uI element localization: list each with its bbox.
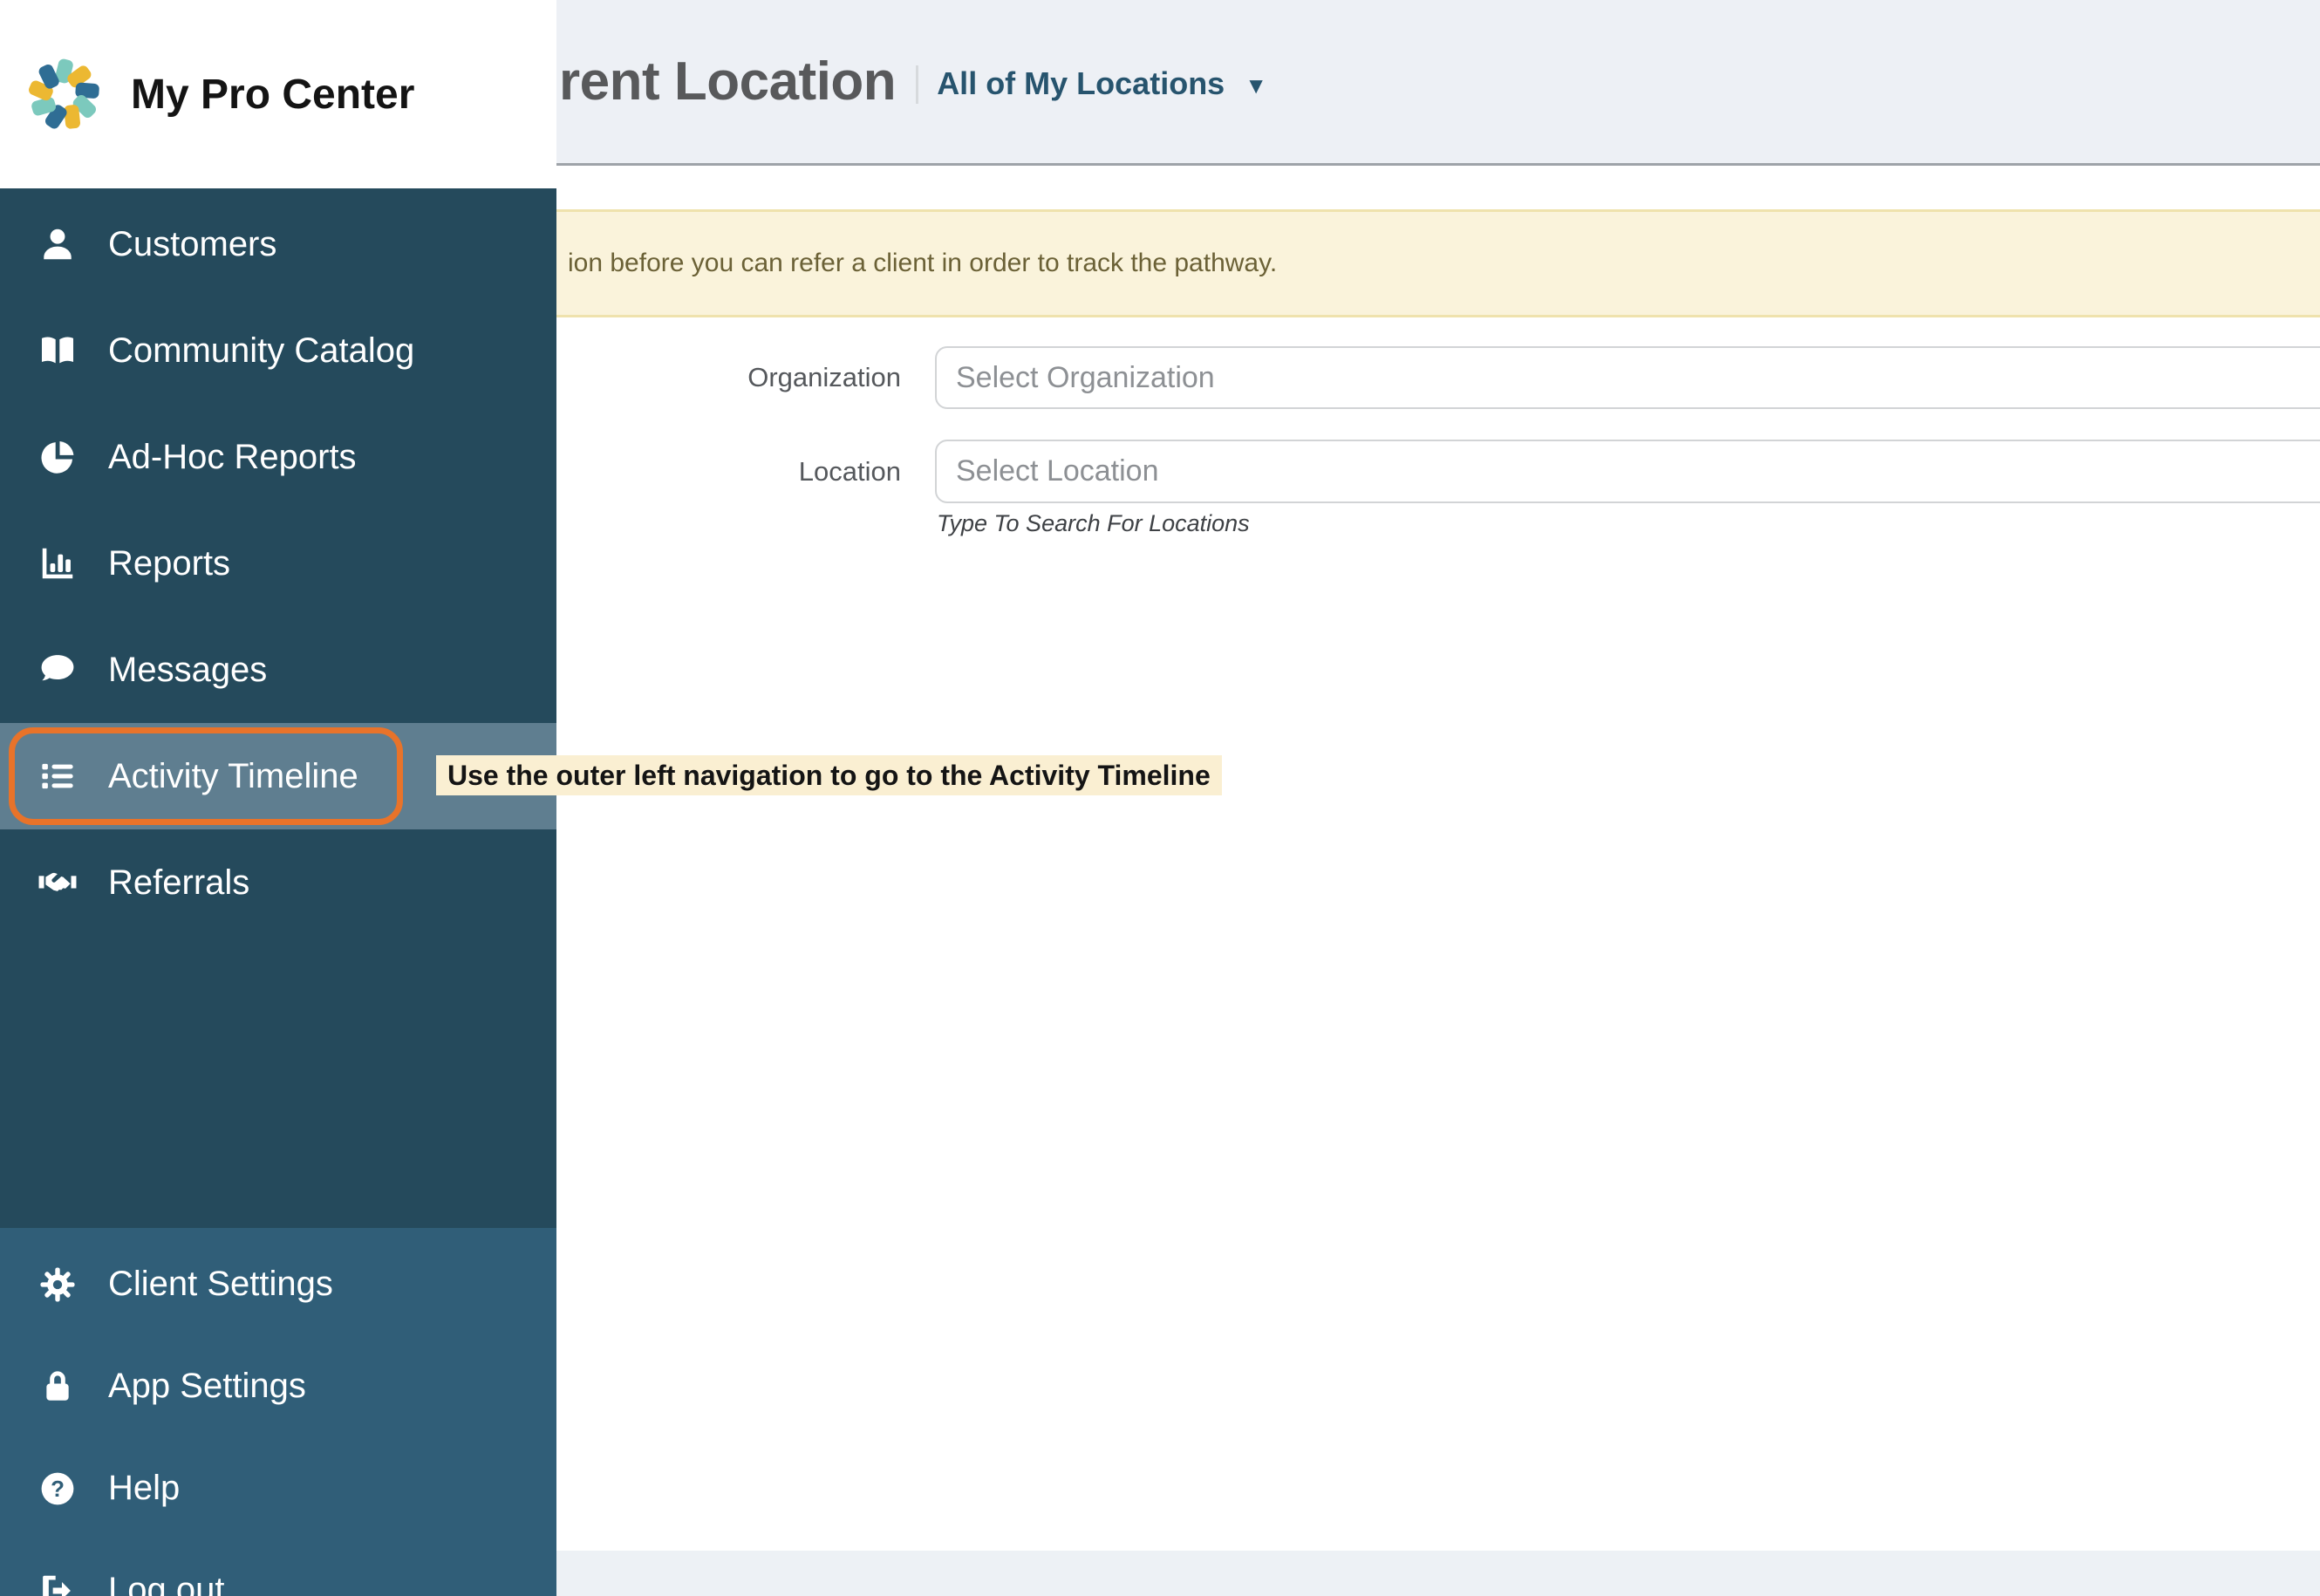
alert-banner: ion before you can refer a client in ord… (556, 209, 2320, 317)
gear-icon (35, 1262, 80, 1307)
location-filter-dropdown[interactable]: All of My Locations ▼ (937, 65, 1267, 102)
pie-chart-icon (35, 434, 80, 480)
sidebar-item-label: Activity Timeline (108, 756, 358, 795)
sidebar-item-label: Reports (108, 543, 231, 583)
location-helper-text: Type To Search For Locations (937, 510, 1250, 536)
sidebar-item-community-catalog[interactable]: Community Catalog (0, 297, 556, 404)
location-row: Location (556, 440, 2320, 503)
comment-icon (35, 647, 80, 692)
sidebar-item-reports[interactable]: Reports (0, 510, 556, 617)
screen: rent Location All of My Locations ▼ ion … (0, 0, 2320, 1596)
organization-select-input[interactable] (935, 346, 2320, 409)
sidebar-item-label: Referrals (108, 863, 250, 902)
question-icon: ? (35, 1466, 80, 1511)
brand[interactable]: My Pro Center (0, 0, 556, 188)
alert-banner-text: ion before you can refer a client in ord… (568, 249, 1278, 277)
page-header: rent Location All of My Locations ▼ (556, 0, 2320, 166)
title-divider (916, 65, 919, 104)
svg-text:?: ? (51, 1477, 65, 1501)
primary-nav: Customers Community Catalog Ad-Hoc Repor… (0, 188, 556, 1228)
user-icon (35, 222, 80, 267)
sidebar-item-referrals[interactable]: Referrals (0, 829, 556, 936)
chevron-down-icon: ▼ (1245, 72, 1267, 99)
main-content: rent Location All of My Locations ▼ ion … (556, 0, 2320, 1596)
open-book-icon (35, 328, 80, 373)
lock-icon (35, 1364, 80, 1409)
sidebar: My Pro Center Customers Community Catalo… (0, 0, 556, 1596)
logout-icon (35, 1568, 80, 1596)
brand-logo-icon (26, 57, 99, 131)
organization-label: Organization (747, 362, 901, 392)
secondary-nav: Client Settings App Settings ? Help Log … (0, 1228, 556, 1596)
organization-row: Organization (556, 346, 2320, 409)
annotation-callout: Use the outer left navigation to go to t… (436, 755, 1222, 795)
footer-band (556, 1551, 2320, 1596)
sidebar-item-label: Community Catalog (108, 331, 415, 370)
brand-name: My Pro Center (131, 71, 415, 118)
sidebar-item-label: Customers (108, 224, 277, 263)
sidebar-item-customers[interactable]: Customers (0, 191, 556, 297)
sidebar-item-label: Help (108, 1469, 181, 1507)
list-icon (35, 754, 80, 799)
bar-chart-icon (35, 541, 80, 586)
sidebar-item-label: Messages (108, 650, 268, 689)
sidebar-item-ad-hoc-reports[interactable]: Ad-Hoc Reports (0, 404, 556, 510)
handshake-icon (35, 860, 80, 905)
sidebar-item-app-settings[interactable]: App Settings (0, 1335, 556, 1437)
location-filter-label: All of My Locations (937, 65, 1225, 101)
sidebar-item-messages[interactable]: Messages (0, 617, 556, 723)
page-title: rent Location (559, 51, 897, 112)
sidebar-item-log-out[interactable]: Log out (0, 1539, 556, 1596)
location-select-input[interactable] (935, 440, 2320, 503)
sidebar-item-label: Log out (108, 1571, 225, 1596)
sidebar-item-label: App Settings (108, 1367, 306, 1405)
annotation-text: Use the outer left navigation to go to t… (447, 759, 1211, 791)
sidebar-item-label: Ad-Hoc Reports (108, 437, 357, 476)
sidebar-item-client-settings[interactable]: Client Settings (0, 1233, 556, 1335)
sidebar-item-label: Client Settings (108, 1265, 333, 1303)
location-label: Location (798, 455, 901, 487)
sidebar-item-help[interactable]: ? Help (0, 1437, 556, 1539)
